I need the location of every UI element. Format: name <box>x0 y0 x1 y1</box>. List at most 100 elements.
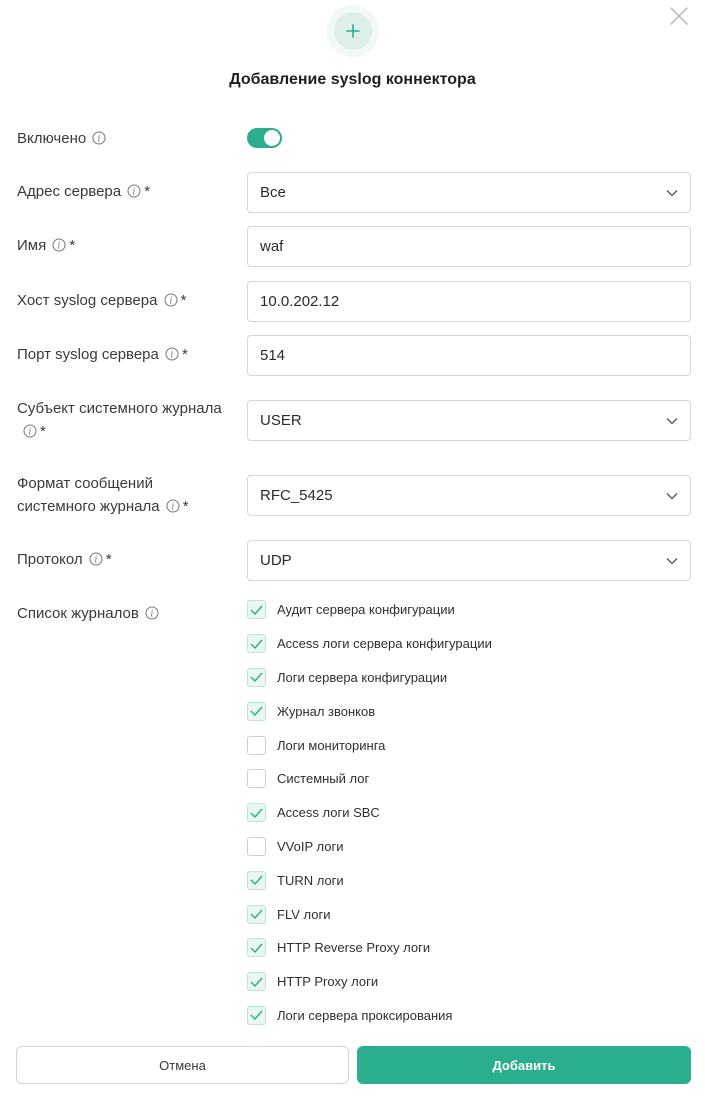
checkbox-checked[interactable] <box>247 803 266 823</box>
syslog-port-label-text: Порт syslog сервера <box>17 346 159 363</box>
checkmark-icon <box>250 673 263 683</box>
checkmark-icon <box>250 808 263 818</box>
checkbox-checked[interactable] <box>247 904 266 924</box>
log-list-item[interactable]: Access логи сервера конфигурации <box>247 627 691 661</box>
info-icon[interactable]: i <box>165 345 179 368</box>
syslog-port-label: Порт syslog сервера i * <box>17 343 188 368</box>
message-format-select[interactable]: RFC_5425 <box>247 475 691 516</box>
checkbox-checked[interactable] <box>247 701 266 721</box>
required-mark: * <box>40 423 46 440</box>
facility-value: USER <box>260 412 302 429</box>
checkmark-icon <box>250 706 263 717</box>
add-button[interactable]: Добавить <box>357 1046 691 1084</box>
syslog-host-label-text: Хост syslog сервера <box>17 292 158 309</box>
checkbox-checked[interactable] <box>247 667 266 687</box>
info-icon[interactable]: i <box>145 604 159 627</box>
required-mark: * <box>144 183 151 200</box>
dialog-title: Добавление syslog коннектора <box>229 71 476 88</box>
checkbox-checked[interactable] <box>247 972 266 992</box>
server-address-value: Все <box>260 184 286 201</box>
log-list-item[interactable]: Логи сервера конфигурации <box>247 661 691 695</box>
info-icon[interactable]: i <box>164 291 178 314</box>
required-mark: * <box>69 237 76 254</box>
enabled-toggle[interactable] <box>247 128 282 148</box>
log-list-item[interactable]: HTTP Proxy логи <box>247 965 691 999</box>
svg-text:i: i <box>169 297 172 307</box>
log-list-item[interactable]: Аудит сервера конфигурации <box>247 593 691 627</box>
log-list-item-label: HTTP Reverse Proxy логи <box>277 940 431 956</box>
syslog-host-input[interactable] <box>260 293 678 310</box>
checkbox-unchecked[interactable] <box>247 836 266 856</box>
checkmark-icon <box>250 605 263 615</box>
cancel-button[interactable]: Отмена <box>16 1046 349 1084</box>
svg-text:i: i <box>98 135 101 145</box>
log-list-item-label: Логи сервера конфигурации <box>277 669 448 685</box>
name-input[interactable] <box>260 238 678 255</box>
facility-label-text: Субъект системного журнала <box>17 400 222 417</box>
checkbox-unchecked[interactable] <box>247 735 266 755</box>
log-list-checkboxes: Аудит сервера конфигурации Access логи се… <box>247 593 691 1032</box>
syslog-host-field[interactable] <box>247 281 691 322</box>
name-field[interactable] <box>247 226 691 267</box>
checkbox-unchecked[interactable] <box>247 769 266 789</box>
checkmark-icon <box>250 1010 263 1021</box>
enabled-label: Включено i <box>17 127 106 152</box>
message-format-label-line2: системного журнала <box>17 498 160 515</box>
svg-text:i: i <box>58 242 61 252</box>
log-list-item[interactable]: HTTP Reverse Proxy логи <box>247 931 691 965</box>
svg-text:i: i <box>94 556 97 566</box>
log-list-item-label: Логи мониторинга <box>277 737 386 753</box>
log-list-item-label: FLV логи <box>277 906 331 922</box>
log-list-label: Список журналов i <box>17 602 159 627</box>
info-icon[interactable]: i <box>127 182 141 205</box>
close-icon[interactable] <box>668 5 690 27</box>
log-list-item[interactable]: TURN логи <box>247 863 691 897</box>
checkmark-icon <box>250 943 263 953</box>
chevron-down-icon <box>666 184 678 201</box>
info-icon[interactable]: i <box>166 497 180 520</box>
checkbox-checked[interactable] <box>247 1005 266 1025</box>
add-connector-icon <box>327 5 379 57</box>
message-format-value: RFC_5425 <box>260 487 333 504</box>
checkbox-checked[interactable] <box>247 938 266 958</box>
log-list-item[interactable]: FLV логи <box>247 897 691 931</box>
protocol-value: UDP <box>260 552 292 569</box>
log-list-item-label: VVoIP логи <box>277 838 344 854</box>
checkmark-icon <box>250 909 263 920</box>
protocol-select[interactable]: UDP <box>247 540 691 581</box>
toggle-knob <box>264 130 280 146</box>
required-mark: * <box>182 346 188 363</box>
message-format-label: Формат сообщений системного журнала i * <box>17 472 189 520</box>
info-icon[interactable]: i <box>89 550 103 573</box>
facility-label: Субъект системного журнала i * <box>17 397 222 445</box>
log-list-item[interactable]: Системный лог <box>247 762 691 796</box>
log-list-item[interactable]: Логи мониторинга <box>247 728 691 762</box>
log-list-item-label: HTTP Proxy логи <box>277 974 379 990</box>
log-list-item-label: Аудит сервера конфигурации <box>277 602 455 618</box>
log-list-item-label: Access логи сервера конфигурации <box>277 636 492 652</box>
log-list-label-text: Список журналов <box>17 605 139 622</box>
log-list-item[interactable]: VVoIP логи <box>247 830 691 864</box>
log-list-item-label: TURN логи <box>277 872 344 888</box>
facility-select[interactable]: USER <box>247 400 691 441</box>
log-list-item[interactable]: Журнал звонков <box>247 694 691 728</box>
syslog-port-field[interactable] <box>247 335 691 376</box>
syslog-port-input[interactable] <box>260 347 678 364</box>
server-address-select[interactable]: Все <box>247 172 691 213</box>
message-format-label-line1: Формат сообщений <box>17 475 153 492</box>
info-icon[interactable]: i <box>92 129 106 152</box>
checkbox-checked[interactable] <box>247 870 266 890</box>
checkbox-checked[interactable] <box>247 600 266 620</box>
name-label: Имя i * <box>17 234 75 259</box>
log-list-item-label: Журнал звонков <box>277 703 376 719</box>
info-icon[interactable]: i <box>23 422 37 445</box>
svg-text:i: i <box>171 503 174 513</box>
log-list-item[interactable]: Access логи SBC <box>247 796 691 830</box>
protocol-label: Протокол i * <box>17 548 112 573</box>
checkbox-checked[interactable] <box>247 634 266 654</box>
name-label-text: Имя <box>17 237 47 254</box>
info-icon[interactable]: i <box>52 236 66 259</box>
log-list-item-label: Access логи SBC <box>277 805 380 821</box>
checkmark-icon <box>250 875 263 886</box>
log-list-item[interactable]: Логи сервера проксирования <box>247 999 691 1033</box>
